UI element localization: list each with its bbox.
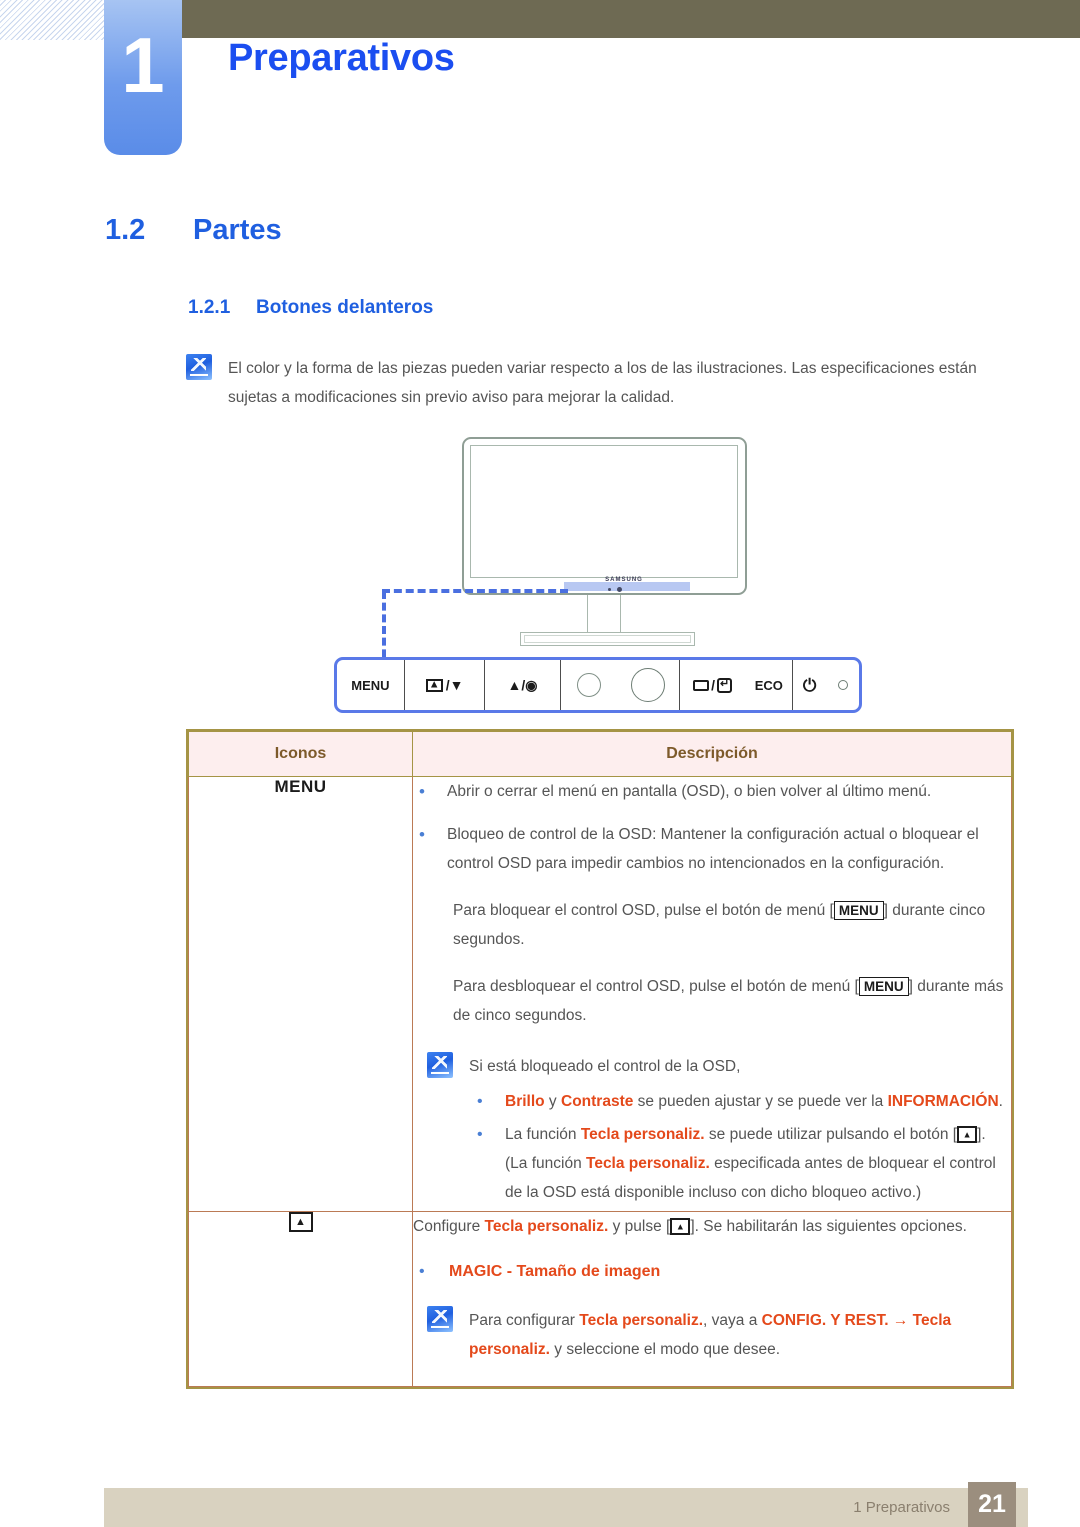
list-item: • Brillo y Contraste se pueden ajustar y… — [469, 1087, 1011, 1116]
unlock-instruction: Para desbloquear el control OSD, pulse e… — [453, 972, 1011, 1030]
row-menu-icon-cell: MENU — [188, 776, 413, 1212]
bullet-icon: • — [477, 1093, 483, 1110]
bullet-text: Abrir o cerrar el menú en pantalla (OSD)… — [447, 783, 932, 800]
led-large — [617, 660, 680, 710]
source-rect-icon — [693, 679, 710, 691]
power-icon: ⏻ — [802, 675, 817, 695]
row-menu-icon-label: MENU — [274, 777, 327, 796]
subsection-number: 1.2.1 — [188, 297, 231, 318]
monitor-screen — [470, 445, 738, 578]
top-note-text: El color y la forma de las piezas pueden… — [228, 360, 977, 406]
magic-option-label: MAGIC - Tamaño de imagen — [449, 1263, 661, 1280]
buttons-table: Iconos Descripción MENU • Abrir o cerrar… — [186, 729, 1014, 1389]
custom-key-icon — [288, 1212, 313, 1232]
table-row: MENU • Abrir o cerrar el menú en pantall… — [188, 776, 1012, 1212]
menu-key-badge: MENU — [858, 977, 909, 997]
monitor-stand-neck — [587, 595, 621, 633]
callout-dash-horizontal — [382, 589, 568, 593]
customkey-config-note: Para configurar Tecla personaliz., vaya … — [427, 1306, 1011, 1364]
subsection-heading: 1.2.1 Botones delanteros — [188, 297, 433, 319]
row-customkey-description-cell: Configure Tecla personaliz. y pulse []. … — [412, 1211, 1012, 1387]
footer-page-number: 21 — [968, 1482, 1016, 1527]
sub-bullet-text: La función Tecla personaliz. se puede ut… — [505, 1120, 1011, 1207]
front-button-bar: MENU ▲ /▼ ▲/◉ / ECO ⏻ — [334, 657, 862, 713]
button-up-enter[interactable]: ▲/◉ — [485, 660, 561, 710]
custom-key-badge — [957, 1126, 978, 1144]
enter-key-icon — [716, 677, 732, 693]
table-header-description: Descripción — [412, 731, 1012, 777]
customkey-intro: Configure Tecla personaliz. y pulse []. … — [413, 1212, 1011, 1241]
button-source-enter[interactable]: / — [680, 660, 746, 710]
lock-instruction: Para bloquear el control OSD, pulse el b… — [453, 896, 1011, 954]
note-pencil-icon — [427, 1306, 453, 1332]
olive-header-bar — [112, 0, 1080, 38]
indicator-dot-icon — [837, 680, 848, 690]
unlock-instruction-pre: Para desbloquear el control OSD, pulse e… — [453, 978, 859, 995]
footer-label: 1 Preparativos — [853, 1499, 950, 1516]
row-customkey-icon-cell — [188, 1211, 413, 1387]
list-item: • Bloqueo de control de la OSD: Mantener… — [413, 820, 1011, 878]
custom-key-badge — [670, 1218, 691, 1236]
osd-locked-note: Si está bloqueado el control de la OSD, … — [427, 1052, 1011, 1211]
section-heading: 1.2 Partes — [105, 214, 282, 247]
list-item: • MAGIC - Tamaño de imagen — [413, 1257, 1011, 1286]
lock-instruction-pre: Para bloquear el control OSD, pulse el b… — [453, 902, 834, 919]
button-custom-key-down[interactable]: ▲ /▼ — [405, 660, 486, 710]
row-menu-description-cell: • Abrir o cerrar el menú en pantalla (OS… — [412, 776, 1012, 1212]
section-title: Partes — [193, 214, 282, 246]
table-row: Configure Tecla personaliz. y pulse []. … — [188, 1211, 1012, 1387]
note-pencil-icon — [427, 1052, 453, 1078]
page-header: 1 Preparativos — [0, 0, 1080, 160]
button-custom-key-down-label: /▼ — [445, 677, 464, 693]
power-indicator — [826, 660, 859, 710]
monitor-brand-label: SAMSUNG — [605, 577, 643, 583]
hatch-decoration — [0, 0, 112, 40]
bullet-icon: • — [419, 825, 425, 844]
bullet-icon: • — [419, 1263, 425, 1280]
monitor-stand-base-inner — [524, 635, 691, 643]
list-item: • Abrir o cerrar el menú en pantalla (OS… — [413, 777, 1011, 806]
table-header-icons: Iconos — [188, 731, 413, 777]
osd-locked-note-body: Si está bloqueado el control de la OSD, … — [469, 1052, 1011, 1211]
button-power[interactable]: ⏻ — [793, 660, 826, 710]
bullet-icon: • — [419, 782, 425, 801]
button-eco[interactable]: ECO — [745, 660, 794, 710]
list-item: • La función Tecla personaliz. se puede … — [469, 1120, 1011, 1207]
menu-key-badge: MENU — [833, 901, 884, 921]
chapter-number: 1 — [121, 21, 165, 109]
top-note: El color y la forma de las piezas pueden… — [186, 354, 1016, 412]
led-small — [561, 660, 618, 710]
button-up-enter-label: ▲/◉ — [507, 677, 538, 693]
button-eco-label: ECO — [754, 677, 783, 693]
small-circle-icon — [576, 673, 601, 697]
table-header-row: Iconos Descripción — [188, 731, 1012, 777]
monitor-indicator-dots — [608, 587, 638, 592]
chapter-title: Preparativos — [228, 37, 455, 79]
custom-key-icon: ▲ — [425, 678, 443, 692]
large-circle-icon — [630, 668, 665, 702]
button-menu[interactable]: MENU — [337, 660, 405, 710]
osd-locked-note-intro: Si está bloqueado el control de la OSD, — [469, 1058, 741, 1075]
customkey-config-note-text: Para configurar Tecla personaliz., vaya … — [469, 1312, 952, 1358]
button-menu-label: MENU — [351, 677, 390, 693]
section-number: 1.2 — [105, 214, 146, 246]
sub-bullet-text: Brillo y Contraste se pueden ajustar y s… — [505, 1093, 1003, 1110]
osd-locked-sub-list: • Brillo y Contraste se pueden ajustar y… — [469, 1087, 1011, 1207]
note-pencil-icon — [186, 354, 212, 380]
bullet-icon: • — [477, 1126, 483, 1143]
bullet-text: Bloqueo de control de la OSD: Mantener l… — [447, 826, 979, 872]
subsection-title: Botones delanteros — [256, 297, 434, 318]
